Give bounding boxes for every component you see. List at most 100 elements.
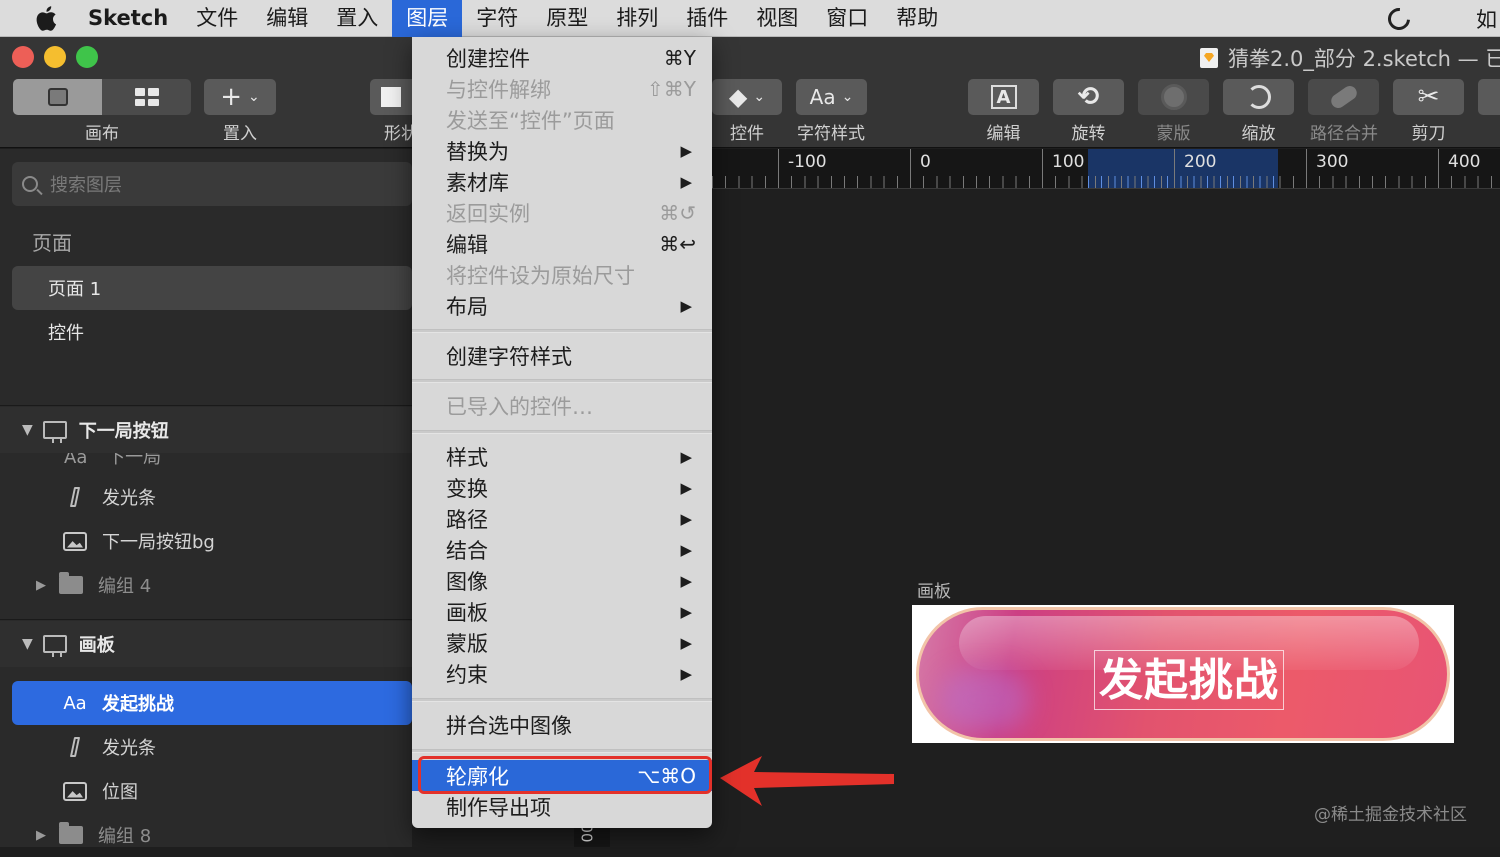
menu-arrange[interactable]: 排列	[602, 0, 672, 37]
layer-row[interactable]: ▶ 编组 8	[12, 813, 412, 857]
menu-item-constraints[interactable]: 约束 ▶	[412, 658, 712, 689]
menu-item-libraries[interactable]: 素材库 ▶	[412, 166, 712, 197]
page-item-symbols[interactable]: 控件	[12, 310, 412, 354]
menu-separator	[412, 749, 712, 753]
challenge-button-graphic[interactable]: 发起挑战	[916, 607, 1450, 741]
shape-button[interactable]	[370, 79, 412, 115]
menu-item-flatten-selection[interactable]: 拼合选中图像	[412, 709, 712, 740]
menu-plugins[interactable]: 插件	[672, 0, 742, 37]
zoom-window-icon[interactable]	[76, 46, 98, 68]
page-item-1[interactable]: 页面 1	[12, 266, 412, 310]
path-merge-icon	[1328, 83, 1359, 111]
layer-search-field[interactable]: 搜索图层	[12, 162, 412, 206]
submenu-arrow-icon: ▶	[680, 172, 692, 191]
close-window-icon[interactable]	[12, 46, 34, 68]
layer-row-selected[interactable]: Aa 发起挑战	[12, 681, 412, 725]
canvas-label: 画布	[85, 124, 119, 144]
horizontal-ruler[interactable]: -100 0 100 200 300 400	[712, 149, 1500, 189]
chevron-down-icon: ⌄	[248, 89, 260, 105]
scale-button[interactable]	[1223, 79, 1294, 115]
menu-item-edit[interactable]: 编辑 ⌘↩	[412, 228, 712, 259]
menu-item-image[interactable]: 图像 ▶	[412, 565, 712, 596]
layer-row[interactable]: ▶ 编组 4	[12, 563, 412, 607]
menu-item-reset-symbol-size[interactable]: 将控件设为原始尺寸	[412, 259, 712, 290]
sketch-document-icon	[1200, 48, 1218, 68]
menu-window[interactable]: 窗口	[812, 0, 882, 37]
menu-item-shortcut: ⌘Y	[663, 45, 696, 70]
artboard[interactable]: 发起挑战	[912, 605, 1454, 743]
layer-row[interactable]: 位图	[12, 769, 412, 813]
text-style-button[interactable]: Aa ⌄	[796, 79, 867, 115]
menu-help[interactable]: 帮助	[882, 0, 952, 37]
menu-item-mask[interactable]: 蒙版 ▶	[412, 627, 712, 658]
menu-app-sketch[interactable]: Sketch	[82, 0, 182, 37]
ruler-major-tick	[910, 149, 911, 188]
menu-bar-extra-item[interactable]: 如	[1476, 4, 1500, 34]
layer-row[interactable]: 下一局按钮bg	[12, 519, 412, 563]
toolbar-overflow-button[interactable]	[1478, 79, 1500, 115]
menu-item-combine[interactable]: 结合 ▶	[412, 534, 712, 565]
disclosure-closed-icon[interactable]: ▶	[36, 578, 46, 593]
submenu-arrow-icon: ▶	[680, 141, 692, 160]
mask-button[interactable]	[1138, 79, 1209, 115]
artboard-row-next-round[interactable]: ▼ 下一局按钮	[0, 407, 412, 453]
bar-icon	[62, 487, 88, 507]
edit-button[interactable]: A	[968, 79, 1039, 115]
document-title: 猜拳2.0_部分 2.sketch — 已	[1200, 43, 1500, 73]
minimize-window-icon[interactable]	[44, 46, 66, 68]
submenu-arrow-icon: ▶	[680, 602, 692, 621]
menu-item-transform[interactable]: 变换 ▶	[412, 472, 712, 503]
symbol-label: 控件	[730, 124, 764, 144]
menu-insert[interactable]: 置入	[322, 0, 392, 37]
red-highlight-frame	[418, 756, 712, 794]
watermark: @稀土掘金技术社区	[1314, 805, 1467, 825]
menu-item-layout[interactable]: 布局 ▶	[412, 290, 712, 321]
menu-view[interactable]: 视图	[742, 0, 812, 37]
disclosure-open-icon[interactable]: ▼	[22, 636, 33, 652]
scissors-button[interactable]: ✂	[1393, 79, 1464, 115]
menu-item-path[interactable]: 路径 ▶	[412, 503, 712, 534]
menu-item-style[interactable]: 样式 ▶	[412, 441, 712, 472]
ruler-major-tick	[778, 149, 779, 188]
menu-prototype[interactable]: 原型	[532, 0, 602, 37]
symbol-button[interactable]: ◆ ⌄	[712, 79, 782, 115]
menu-item-artboard[interactable]: 画板 ▶	[412, 596, 712, 627]
submenu-arrow-icon: ▶	[680, 296, 692, 315]
menu-file[interactable]: 文件	[182, 0, 252, 37]
menu-layer[interactable]: 图层	[392, 0, 463, 37]
sync-status-icon[interactable]	[1383, 3, 1415, 34]
layer-row[interactable]: 发光条	[12, 475, 412, 519]
artboard-row-canvas[interactable]: ▼ 画板	[0, 621, 412, 667]
artboard-title[interactable]: 画板	[917, 577, 951, 602]
submenu-arrow-icon: ▶	[680, 509, 692, 528]
disclosure-open-icon[interactable]: ▼	[22, 422, 33, 438]
menu-item-make-exportable[interactable]: 制作导出项	[412, 791, 712, 822]
menu-item-label: 结合	[446, 538, 488, 563]
menu-item-imported-symbols[interactable]: 已导入的控件…	[412, 390, 712, 421]
grid-view-button[interactable]	[102, 79, 191, 115]
menu-edit[interactable]: 编辑	[252, 0, 322, 37]
red-arrow-annotation	[720, 756, 894, 806]
menu-item-detach-symbol[interactable]: 与控件解绑 ⇧⌘Y	[412, 73, 712, 104]
menu-item-send-to-symbols-page[interactable]: 发送至“控件”页面	[412, 104, 712, 135]
path-merge-button[interactable]	[1308, 79, 1379, 115]
image-icon	[62, 781, 88, 801]
menu-text[interactable]: 字符	[462, 0, 532, 37]
menu-item-create-symbol[interactable]: 创建控件 ⌘Y	[412, 42, 712, 73]
menu-item-label: 拼合选中图像	[446, 713, 572, 738]
submenu-arrow-icon: ▶	[680, 633, 692, 652]
artboard-row-label: 画板	[78, 635, 115, 656]
layer-row[interactable]: 发光条	[12, 725, 412, 769]
menu-item-label: 变换	[446, 476, 488, 501]
insert-button[interactable]: + ⌄	[204, 79, 276, 115]
menu-item-replace-with[interactable]: 替换为 ▶	[412, 135, 712, 166]
folder-icon	[58, 572, 84, 594]
menu-item-return-to-instance[interactable]: 返回实例 ⌘↺	[412, 197, 712, 228]
rotate-button[interactable]: ⟲	[1053, 79, 1124, 115]
menu-item-label: 约束	[446, 662, 488, 687]
apple-icon[interactable]	[28, 0, 64, 37]
single-page-view-button[interactable]	[13, 79, 102, 115]
menu-item-create-text-style[interactable]: 创建字符样式	[412, 340, 712, 371]
disclosure-closed-icon[interactable]: ▶	[36, 828, 46, 843]
challenge-button-text-layer[interactable]: 发起挑战	[1094, 650, 1284, 710]
